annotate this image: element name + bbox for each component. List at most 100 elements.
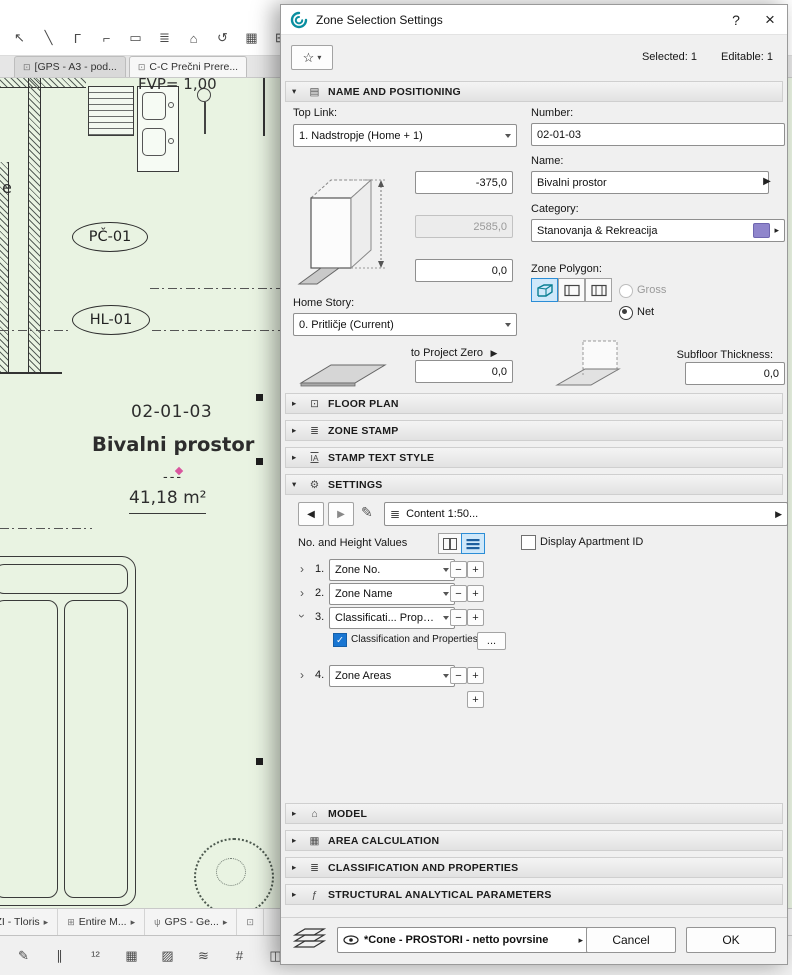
zone-number-field[interactable]: 02-01-03: [531, 123, 785, 146]
rectangle-tool-icon[interactable]: ▭: [124, 26, 147, 50]
apartment-id-checkbox[interactable]: [521, 535, 536, 550]
stamp-content-select[interactable]: ≣ Content 1:50... ▶: [384, 502, 788, 526]
bottom-offset-field[interactable]: 0,0: [415, 259, 513, 282]
eye-icon: [343, 935, 359, 945]
view-tab-gps[interactable]: ⊡ [GPS - A3 - pod...: [14, 56, 126, 77]
help-button[interactable]: ?: [719, 5, 753, 35]
hatch-icon[interactable]: ▨: [156, 944, 179, 968]
row-3-add-button[interactable]: +: [467, 609, 484, 626]
append-row-button[interactable]: +: [467, 691, 484, 708]
page-icon: ▤: [309, 85, 320, 98]
corner-tool-icon[interactable]: ⌐: [95, 26, 118, 50]
row-4-remove-button[interactable]: −: [450, 667, 467, 684]
zone-stamp-number[interactable]: 02-01-03: [131, 402, 212, 422]
parallel-icon[interactable]: ∥: [48, 944, 71, 968]
row-expander-icon[interactable]: ›: [300, 669, 304, 681]
row-value: Zone No.: [335, 564, 381, 576]
layout-tab-extra[interactable]: ⊡: [237, 909, 264, 935]
zone-stamp-area[interactable]: 41,18 m²: [129, 488, 207, 514]
row-4-add-button[interactable]: +: [467, 667, 484, 684]
section-name-positioning[interactable]: ▾ ▤ NAME AND POSITIONING: [285, 81, 783, 102]
section-model[interactable]: ▸ ⌂ MODEL: [285, 803, 783, 824]
map-icon: ⊞: [67, 916, 75, 927]
zone-polygon-auto-button[interactable]: [531, 278, 558, 302]
section-classification-properties[interactable]: ▸ ≣ CLASSIFICATION AND PROPERTIES: [285, 857, 783, 878]
zone-stamp-name[interactable]: Bivalni prostor: [92, 433, 254, 456]
reference-level-flyout[interactable]: ▶: [487, 345, 501, 361]
subfloor-thickness-field[interactable]: 0,0: [685, 362, 785, 385]
favorites-button[interactable]: ☆ ▾: [291, 45, 333, 70]
row-number: 2.: [315, 587, 325, 599]
ok-button[interactable]: OK: [686, 927, 776, 953]
section-floor-plan[interactable]: ▸ ⊡ FLOOR PLAN: [285, 393, 783, 414]
row-3-remove-button[interactable]: −: [450, 609, 467, 626]
row-2-select[interactable]: Zone Name: [329, 583, 455, 605]
layers-tool-icon[interactable]: ≣: [153, 26, 176, 50]
rotate-tool-icon[interactable]: ↺: [211, 26, 234, 50]
page-icon: ⊡: [23, 61, 31, 72]
row-3-select[interactable]: Classificati... Properties: [329, 607, 455, 629]
grid-icon[interactable]: ▦: [120, 944, 143, 968]
zone-polygon-wall-button[interactable]: [585, 278, 612, 302]
tag-pc01[interactable]: PČ-01: [72, 222, 148, 252]
row-1-remove-button[interactable]: −: [450, 561, 467, 578]
home-tool-icon[interactable]: ⌂: [182, 26, 205, 50]
arrow-tool-icon[interactable]: ↖: [8, 26, 31, 50]
category-select[interactable]: Stanovanja & Rekreacija ▸: [531, 219, 785, 242]
classification-icon: ≣: [310, 861, 319, 874]
previous-page-button[interactable]: ◀: [298, 502, 324, 526]
hash-icon[interactable]: #: [228, 944, 251, 968]
grid-tool-icon[interactable]: ▦: [240, 26, 263, 50]
row-2-remove-button[interactable]: −: [450, 585, 467, 602]
row-expander-icon[interactable]: ›: [300, 587, 304, 599]
top-link-select[interactable]: 1. Nadstropje (Home + 1): [293, 124, 517, 147]
next-page-button[interactable]: ▶: [328, 502, 354, 526]
zone-polygon-label: Zone Polygon:: [531, 263, 602, 275]
numbering-icon[interactable]: ¹²: [84, 944, 107, 968]
classification-checkbox[interactable]: ✓: [333, 633, 347, 647]
tag-hl01[interactable]: HL-01: [72, 305, 150, 335]
transfer-settings-icon[interactable]: ✎: [361, 504, 373, 521]
section-settings[interactable]: ▾ ⚙ SETTINGS: [285, 474, 783, 495]
row-2-add-button[interactable]: +: [467, 585, 484, 602]
section-stamp-text-style[interactable]: ▸ IA STAMP TEXT STYLE: [285, 447, 783, 468]
section-zone-stamp[interactable]: ▸ ≣ ZONE STAMP: [285, 420, 783, 441]
line-tool-icon[interactable]: ╲: [37, 26, 60, 50]
layout-tab-label: ZI - Tloris: [0, 916, 40, 928]
dialog-titlebar[interactable]: Zone Selection Settings ? ×: [281, 5, 787, 35]
waves-icon[interactable]: ≋: [192, 944, 215, 968]
home-story-select[interactable]: 0. Pritličje (Current): [293, 313, 517, 336]
pen-icon[interactable]: ✎: [12, 944, 35, 968]
base-elevation-field[interactable]: 0,0: [415, 360, 513, 383]
net-radio[interactable]: [619, 306, 633, 320]
row-expander-icon[interactable]: ›: [300, 563, 304, 575]
polygon-wall-icon: [590, 284, 607, 296]
sofa-cushion: [0, 600, 58, 898]
top-offset-field[interactable]: -375,0: [415, 171, 513, 194]
layer-select[interactable]: *Cone - PROSTORI - netto povrsine ▸: [337, 927, 589, 953]
view-tab-section[interactable]: ⊡ C-C Prečni Prere...: [128, 56, 248, 77]
close-button[interactable]: ×: [753, 5, 787, 35]
rows-layout-button[interactable]: [461, 533, 485, 554]
star-icon: ☆: [302, 49, 315, 65]
layout-tab-tloris[interactable]: ▤ ZI - Tloris ▸: [0, 909, 59, 935]
row-1-select[interactable]: Zone No.: [329, 559, 455, 581]
row-1-add-button[interactable]: +: [467, 561, 484, 578]
zone-polygon-reference-button[interactable]: [558, 278, 585, 302]
row-4-select[interactable]: Zone Areas: [329, 665, 455, 687]
layout-tab-gps[interactable]: ψ GPS - Ge... ▸: [145, 909, 238, 935]
zone-name-flyout[interactable]: ▶: [760, 172, 774, 191]
cancel-button[interactable]: Cancel: [586, 927, 676, 953]
list-icon: ≣: [390, 507, 401, 521]
row-expander-icon[interactable]: ›: [295, 614, 309, 618]
section-structural-parameters[interactable]: ▸ ƒ STRUCTURAL ANALYTICAL PARAMETERS: [285, 884, 783, 905]
zone-name-field[interactable]: Bivalni prostor: [531, 171, 769, 194]
section-title: STRUCTURAL ANALYTICAL PARAMETERS: [328, 888, 552, 901]
columns-layout-button[interactable]: [438, 533, 462, 554]
layout-tab-entire[interactable]: ⊞ Entire M... ▸: [58, 909, 146, 935]
layers-icon[interactable]: [291, 923, 329, 953]
section-area-calculation[interactable]: ▸ ▦ AREA CALCULATION: [285, 830, 783, 851]
node-marker: [256, 458, 263, 465]
polyline-tool-icon[interactable]: Γ: [66, 26, 89, 50]
classification-more-button[interactable]: ...: [477, 632, 506, 650]
